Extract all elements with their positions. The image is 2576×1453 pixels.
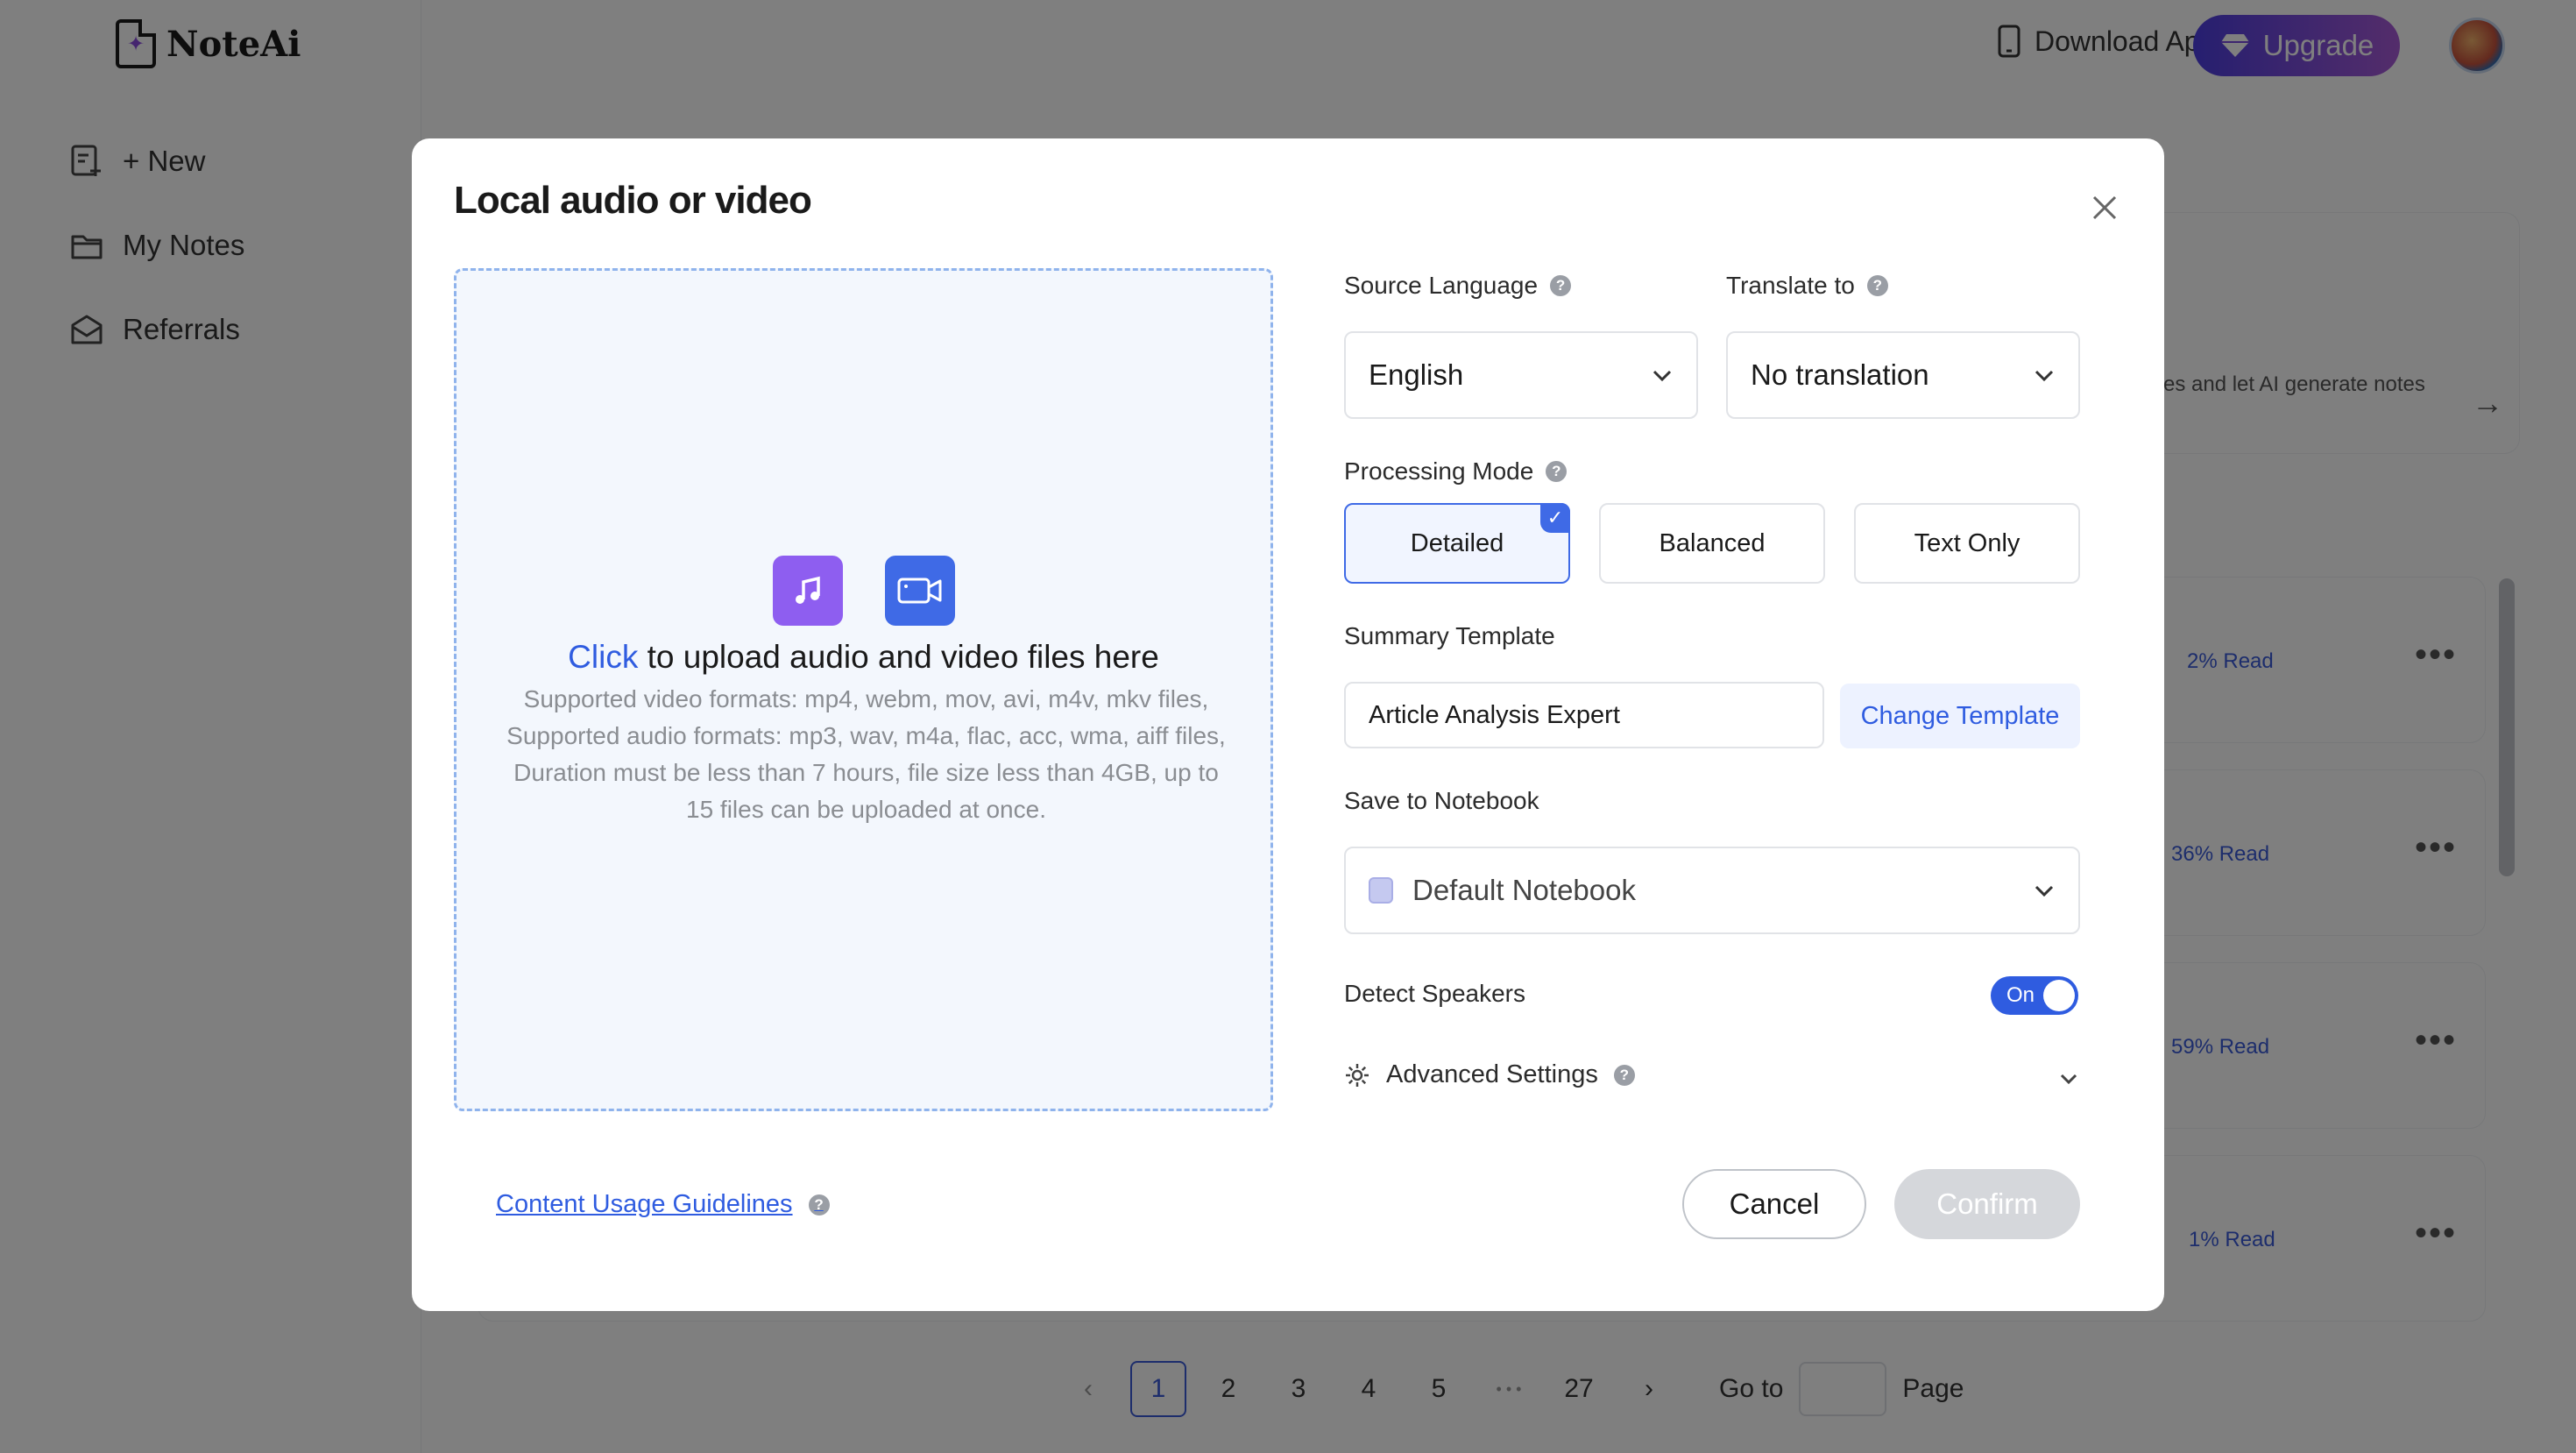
translate-to-label: Translate to ? bbox=[1726, 272, 1888, 300]
summary-template-field[interactable]: Article Analysis Expert bbox=[1344, 682, 1824, 748]
upload-description: Supported video formats: mp4, webm, mov,… bbox=[506, 685, 1226, 823]
chevron-down-icon bbox=[1652, 370, 1672, 382]
notebook-select[interactable]: Default Notebook bbox=[1344, 847, 2080, 934]
help-icon[interactable]: ? bbox=[1613, 1064, 1635, 1086]
help-icon[interactable]: ? bbox=[1866, 275, 1888, 296]
mode-option-text-only[interactable]: Text Only bbox=[1854, 503, 2080, 584]
notebook-icon bbox=[1369, 877, 1393, 904]
toggle-knob bbox=[2043, 980, 2075, 1011]
translate-to-label-text: Translate to bbox=[1726, 272, 1855, 299]
summary-template-label-text: Summary Template bbox=[1344, 622, 1555, 649]
source-language-select[interactable]: English bbox=[1344, 331, 1698, 419]
detect-speakers-label: Detect Speakers bbox=[1344, 980, 1525, 1008]
summary-template-label: Summary Template bbox=[1344, 622, 1555, 650]
toggle-state-label: On bbox=[2006, 983, 2035, 1007]
source-language-value: English bbox=[1369, 358, 1464, 391]
upload-headline-text: to upload audio and video files here bbox=[638, 639, 1159, 675]
change-template-button[interactable]: Change Template bbox=[1840, 684, 2080, 748]
gear-icon bbox=[1346, 1063, 1369, 1087]
help-icon[interactable]: ? bbox=[1550, 275, 1572, 296]
cancel-button[interactable]: Cancel bbox=[1682, 1169, 1866, 1239]
upload-dropzone[interactable]: Click to upload audio and video files he… bbox=[454, 268, 1273, 1111]
summary-template-value: Article Analysis Expert bbox=[1369, 700, 1620, 729]
click-to-upload-link[interactable]: Click bbox=[568, 639, 638, 675]
upload-headline: Click to upload audio and video files he… bbox=[456, 639, 1270, 676]
music-note-icon bbox=[772, 556, 843, 626]
detect-speakers-toggle[interactable]: On bbox=[1991, 976, 2078, 1015]
mode-option-label: Detailed bbox=[1410, 528, 1504, 557]
close-icon[interactable] bbox=[2085, 189, 2124, 228]
mode-option-label: Text Only bbox=[1914, 528, 2020, 557]
help-icon[interactable]: ? bbox=[1546, 461, 1568, 482]
upload-icons bbox=[456, 556, 1270, 626]
dialog-title: Local audio or video bbox=[454, 179, 812, 222]
translate-to-select[interactable]: No translation bbox=[1726, 331, 2080, 419]
confirm-button[interactable]: Confirm bbox=[1894, 1169, 2080, 1239]
video-camera-icon bbox=[884, 556, 955, 626]
checkmark-icon: ✓ bbox=[1540, 503, 1570, 533]
help-icon[interactable]: ? bbox=[808, 1194, 830, 1216]
mode-option-label: Balanced bbox=[1659, 528, 1766, 557]
save-to-notebook-label-text: Save to Notebook bbox=[1344, 787, 1539, 814]
guidelines-label: Content Usage Guidelines bbox=[496, 1190, 793, 1218]
advanced-settings-label: Advanced Settings bbox=[1386, 1060, 1598, 1088]
chevron-down-icon[interactable] bbox=[2057, 1067, 2080, 1090]
advanced-settings-toggle[interactable]: Advanced Settings ? bbox=[1344, 1060, 1635, 1089]
processing-mode-label-text: Processing Mode bbox=[1344, 457, 1534, 485]
chevron-down-icon bbox=[2035, 885, 2054, 897]
notebook-value: Default Notebook bbox=[1412, 874, 1636, 906]
chevron-down-icon bbox=[2035, 370, 2054, 382]
save-to-notebook-label: Save to Notebook bbox=[1344, 787, 1539, 815]
mode-option-detailed[interactable]: Detailed ✓ bbox=[1344, 503, 1570, 584]
source-language-label: Source Language ? bbox=[1344, 272, 1572, 300]
processing-mode-label: Processing Mode ? bbox=[1344, 457, 1568, 486]
detect-speakers-label-text: Detect Speakers bbox=[1344, 980, 1525, 1007]
translate-to-value: No translation bbox=[1751, 358, 1929, 391]
upload-dialog: Local audio or video Click to upload aud… bbox=[412, 138, 2164, 1311]
mode-option-balanced[interactable]: Balanced bbox=[1599, 503, 1825, 584]
content-usage-guidelines-link[interactable]: Content Usage Guidelines ? bbox=[496, 1190, 830, 1219]
source-language-label-text: Source Language bbox=[1344, 272, 1539, 299]
notebook-selected: Default Notebook bbox=[1369, 874, 1636, 907]
